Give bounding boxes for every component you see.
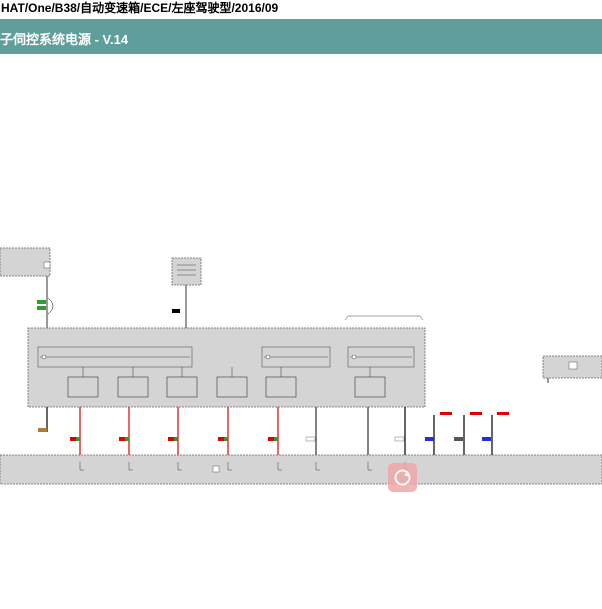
left-top-module bbox=[0, 247, 51, 277]
top-power-component bbox=[171, 257, 202, 286]
rotate-refresh-icon bbox=[394, 469, 411, 486]
wiring-diagram bbox=[0, 247, 602, 485]
restore-button[interactable] bbox=[388, 463, 417, 492]
bottom-connector-strip bbox=[0, 454, 602, 485]
